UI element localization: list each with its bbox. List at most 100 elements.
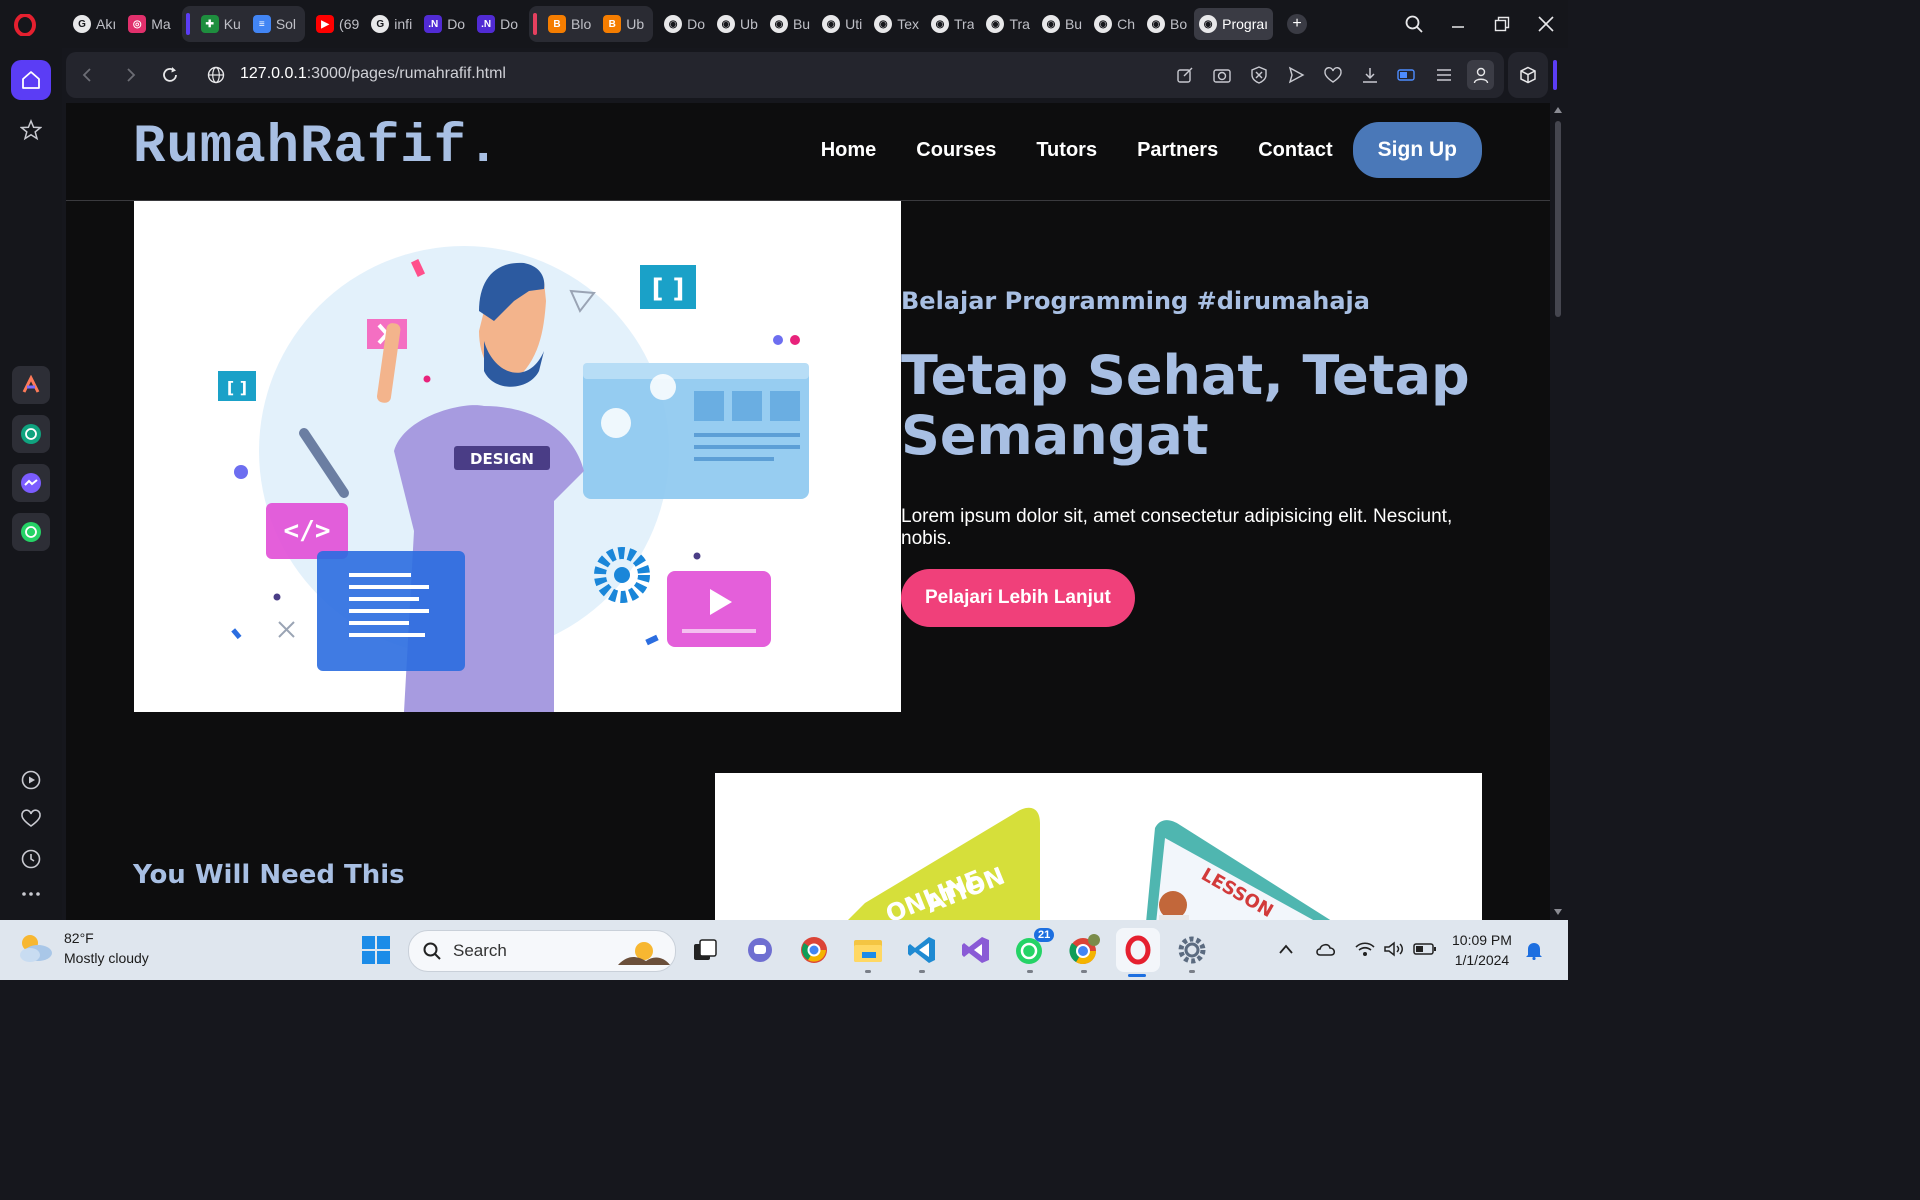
opera-taskbar-icon[interactable] bbox=[1116, 928, 1160, 972]
browser-tab[interactable]: ◎ Ma bbox=[123, 8, 175, 40]
nav-link-courses[interactable]: Courses bbox=[916, 139, 996, 162]
restore-icon[interactable] bbox=[1480, 0, 1524, 48]
nav-link-tutors[interactable]: Tutors bbox=[1036, 139, 1097, 162]
system-clock[interactable]: 10:09 PM 1/1/2024 bbox=[1452, 930, 1512, 970]
battery-saver-icon[interactable] bbox=[1393, 60, 1420, 90]
teams-chat-icon[interactable] bbox=[742, 932, 778, 968]
browser-tab[interactable]: ◉ Bo bbox=[1142, 8, 1192, 40]
player-icon[interactable] bbox=[11, 760, 51, 800]
extensions-cube-icon[interactable] bbox=[1508, 52, 1548, 98]
nav-link-home[interactable]: Home bbox=[821, 139, 877, 162]
globe-icon: ◉ bbox=[1147, 15, 1165, 33]
tray-overflow-chevron-icon[interactable] bbox=[1278, 942, 1294, 960]
volume-icon[interactable] bbox=[1383, 940, 1405, 963]
dotnet-icon: .N bbox=[424, 15, 443, 33]
whatsapp-taskbar-icon[interactable]: 21 bbox=[1012, 928, 1055, 968]
section-title: You Will Need This bbox=[133, 860, 405, 890]
battery-icon[interactable] bbox=[1413, 942, 1437, 961]
tab-group: B Blo B Ub bbox=[529, 6, 654, 42]
tab-title: Bo bbox=[1170, 16, 1188, 32]
nav-link-contact[interactable]: Contact bbox=[1258, 139, 1332, 162]
chrome-profile-icon[interactable] bbox=[1066, 932, 1102, 968]
running-indicator bbox=[1189, 970, 1195, 973]
browser-tab[interactable]: B Ub bbox=[598, 8, 649, 40]
adblock-icon[interactable] bbox=[1245, 60, 1272, 90]
browser-tab[interactable]: ▶ (69 bbox=[311, 8, 364, 40]
speed-dial-star-icon[interactable] bbox=[11, 110, 51, 150]
profile-icon[interactable] bbox=[1467, 60, 1494, 90]
browser-tab[interactable]: ◉ Uti bbox=[817, 8, 867, 40]
tab-group-color-marker[interactable] bbox=[533, 13, 537, 35]
notifications-bell-icon[interactable] bbox=[1524, 940, 1544, 965]
hero-description: Lorem ipsum dolor sit, amet consectetur … bbox=[901, 506, 1453, 549]
tab-group-color-marker[interactable] bbox=[185, 13, 190, 35]
browser-tab[interactable]: ◉ Tra bbox=[981, 8, 1034, 40]
scrollbar-thumb[interactable] bbox=[1555, 121, 1561, 317]
snapshot-camera-icon[interactable] bbox=[1208, 60, 1235, 90]
taskbar-search[interactable]: Search bbox=[408, 930, 676, 972]
visual-studio-icon[interactable] bbox=[958, 932, 994, 968]
aria-icon[interactable] bbox=[12, 366, 50, 404]
browser-tab[interactable]: ◉ Ch bbox=[1089, 8, 1140, 40]
wifi-icon[interactable] bbox=[1354, 940, 1376, 963]
home-icon[interactable] bbox=[11, 60, 51, 100]
sheets-icon: ✚ bbox=[200, 15, 219, 33]
site-info-globe-icon[interactable] bbox=[205, 64, 227, 86]
vscode-icon[interactable] bbox=[904, 932, 940, 968]
page-scrollbar[interactable] bbox=[1551, 103, 1565, 920]
svg-text:[ ]: [ ] bbox=[227, 378, 247, 397]
browser-tab[interactable]: .N Do bbox=[472, 8, 523, 40]
browser-tab[interactable]: ◉ Tra bbox=[926, 8, 979, 40]
easy-setup-icon[interactable] bbox=[1430, 60, 1457, 90]
signup-button[interactable]: Sign Up bbox=[1352, 122, 1482, 178]
chrome-icon[interactable] bbox=[796, 932, 832, 968]
new-tab-plus-icon[interactable]: + bbox=[1287, 14, 1308, 34]
browser-tab[interactable]: Ginfi bbox=[366, 8, 417, 40]
tab-title: Bu bbox=[1064, 16, 1083, 32]
browser-tab[interactable]: ◉ Do bbox=[659, 8, 710, 40]
browser-tab[interactable]: ◉ Tex bbox=[869, 8, 924, 40]
whatsapp-icon[interactable] bbox=[12, 513, 50, 551]
browser-tab[interactable]: ◉ Bu bbox=[765, 8, 815, 40]
browser-tab[interactable]: ◉ Prograı bbox=[1194, 8, 1274, 40]
settings-gear-icon[interactable] bbox=[1174, 932, 1210, 968]
browser-tab[interactable]: ✚ Ku bbox=[196, 8, 246, 40]
nav-link-partners[interactable]: Partners bbox=[1137, 139, 1218, 162]
opera-logo-icon[interactable] bbox=[14, 14, 36, 36]
messenger-icon[interactable] bbox=[12, 464, 50, 502]
browser-tab[interactable]: G Akı bbox=[68, 8, 121, 40]
tab-title: Do bbox=[687, 16, 706, 32]
browser-tab[interactable]: .N Do bbox=[419, 8, 470, 40]
download-icon[interactable] bbox=[1356, 60, 1383, 90]
tab-run: ◉ Do ◉ Ub ◉ Bu ◉ Uti ◉ Tex ◉ Tra ◉ Tra ◉ Bu ◉ Ch ◉ Bo ◉ Progr… bbox=[655, 6, 1277, 42]
learn-more-button[interactable]: Pelajari Lebih Lanjut bbox=[901, 569, 1135, 627]
chatgpt-icon[interactable] bbox=[12, 415, 50, 453]
onedrive-cloud-icon[interactable] bbox=[1315, 941, 1337, 962]
more-icon[interactable] bbox=[11, 874, 51, 914]
site-logo[interactable]: RumahRafif. bbox=[133, 117, 500, 178]
close-icon[interactable] bbox=[1524, 0, 1568, 48]
minimize-icon[interactable] bbox=[1436, 0, 1480, 48]
share-edit-icon[interactable] bbox=[1171, 60, 1198, 90]
flow-send-icon[interactable] bbox=[1282, 60, 1309, 90]
windows-start-icon[interactable] bbox=[358, 932, 394, 968]
tab-run: G Akı ◎ Ma bbox=[64, 6, 180, 42]
history-clock-icon[interactable] bbox=[11, 839, 51, 879]
file-explorer-icon[interactable] bbox=[850, 932, 886, 968]
browser-tab[interactable]: ◉ Bu bbox=[1037, 8, 1087, 40]
weather-widget[interactable]: 82°F Mostly cloudy bbox=[16, 928, 149, 968]
favorites-heart-icon[interactable] bbox=[11, 799, 51, 839]
forward-icon[interactable] bbox=[120, 64, 142, 86]
browser-tab[interactable]: ≡ Sol bbox=[248, 8, 301, 40]
back-icon[interactable] bbox=[76, 64, 98, 86]
tab-title: Ub bbox=[740, 16, 758, 32]
my-flow-heart-icon[interactable] bbox=[1319, 60, 1346, 90]
url-field[interactable]: 127.0.0.1:3000/pages/rumahrafif.html bbox=[240, 65, 506, 83]
reload-icon[interactable] bbox=[159, 64, 181, 86]
tab-search-icon[interactable] bbox=[1392, 0, 1436, 48]
browser-tab[interactable]: B Blo bbox=[543, 8, 596, 40]
task-view-icon[interactable] bbox=[687, 932, 723, 968]
hero-headline: Tetap Sehat, Tetap Semangat bbox=[901, 344, 1470, 467]
illustration-badge-text: DESIGN bbox=[470, 450, 534, 468]
browser-tab[interactable]: ◉ Ub bbox=[712, 8, 763, 40]
